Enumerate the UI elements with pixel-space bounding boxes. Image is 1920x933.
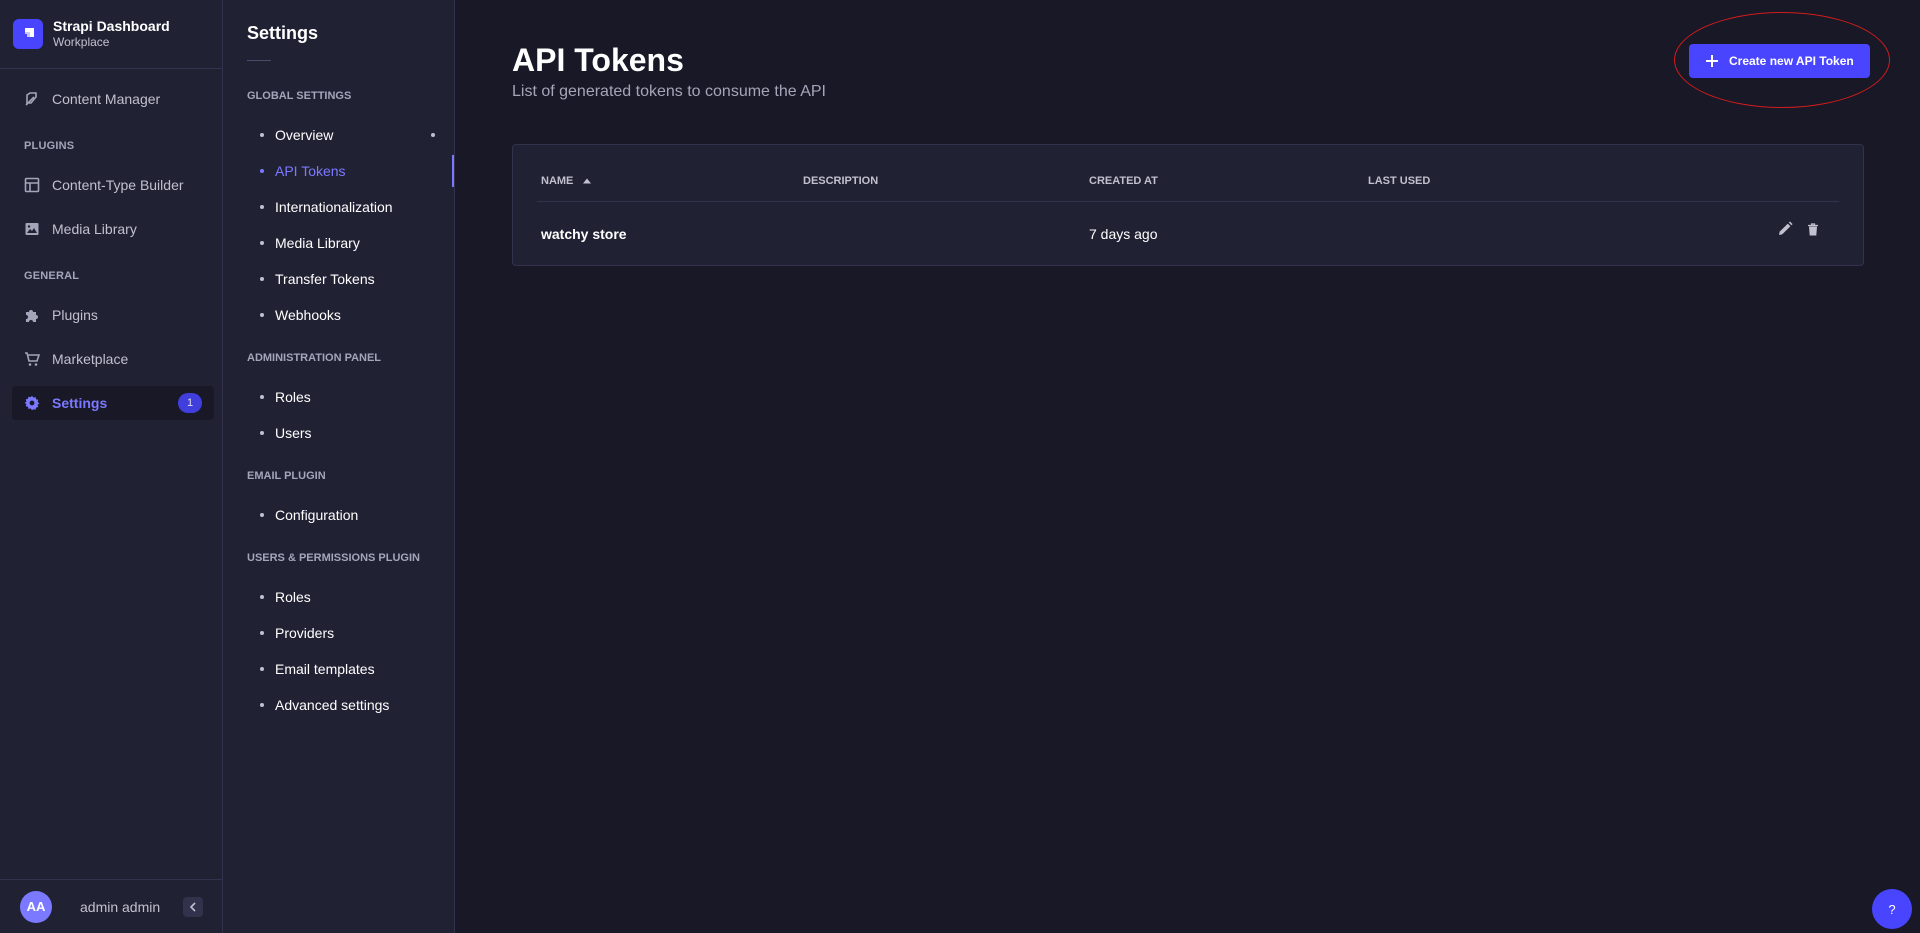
subnav-item-email-configuration[interactable]: Configuration	[223, 499, 454, 531]
subnav-item-admin-roles[interactable]: Roles	[223, 381, 454, 413]
nav-label: Settings	[52, 395, 108, 411]
settings-notification-badge: 1	[178, 393, 202, 413]
nav-label: Content Manager	[52, 91, 161, 107]
page-title: API Tokens	[512, 42, 684, 78]
main-nav: Strapi Dashboard Workplace Content Manag…	[0, 0, 223, 933]
create-button-label: Create new API Token	[1729, 54, 1854, 68]
cart-icon	[24, 351, 40, 367]
table-header-divider	[537, 201, 1839, 202]
nav-label: Plugins	[52, 307, 98, 323]
user-name[interactable]: admin admin	[80, 899, 160, 915]
row-actions	[1777, 221, 1819, 237]
token-name: watchy store	[541, 226, 627, 242]
nav-media-library[interactable]: Media Library	[12, 212, 214, 246]
bullet-icon	[260, 241, 264, 245]
bullet-icon	[260, 395, 264, 399]
bullet-icon	[260, 169, 264, 173]
bullet-icon	[260, 133, 264, 137]
subnav-item-up-providers[interactable]: Providers	[223, 617, 454, 649]
bullet-icon	[260, 703, 264, 707]
nav-marketplace[interactable]: Marketplace	[12, 342, 214, 376]
collapse-nav-button[interactable]	[183, 896, 203, 917]
subnav-divider	[247, 60, 271, 61]
subnav-item-transfer-tokens[interactable]: Transfer Tokens	[223, 263, 454, 295]
api-tokens-table: NAME DESCRIPTION CREATED AT LAST USED wa…	[512, 144, 1864, 266]
avatar[interactable]: AA	[20, 890, 52, 923]
main-content: API Tokens List of generated tokens to c…	[456, 0, 1920, 933]
brand-subtitle: Workplace	[53, 35, 110, 49]
subnav-item-label: Configuration	[275, 507, 359, 523]
nav-plugins[interactable]: Plugins	[12, 298, 214, 332]
strapi-logo-icon	[13, 19, 43, 49]
subnav-item-label: Media Library	[275, 235, 360, 251]
sort-ascending-icon[interactable]	[583, 178, 592, 184]
nav-content-type-builder[interactable]: Content-Type Builder	[12, 168, 214, 202]
subnav-item-overview[interactable]: Overview	[223, 119, 454, 151]
subnav-section-users-permissions: USERS & PERMISSIONS PLUGIN	[247, 552, 420, 564]
trash-icon[interactable]	[1807, 222, 1819, 236]
bullet-icon	[260, 313, 264, 317]
subnav-item-admin-users[interactable]: Users	[223, 417, 454, 449]
subnav-section-email: EMAIL PLUGIN	[247, 470, 326, 482]
app: Strapi Dashboard Workplace Content Manag…	[0, 0, 1920, 933]
subnav-section-admin: ADMINISTRATION PANEL	[247, 352, 382, 364]
bullet-icon	[260, 595, 264, 599]
subnav-item-label: API Tokens	[275, 163, 346, 179]
subnav-item-label: Overview	[275, 127, 334, 143]
column-header-label: NAME	[541, 175, 574, 187]
subnav-item-label: Users	[275, 425, 312, 441]
edit-pencil-icon[interactable]	[1777, 221, 1793, 237]
column-header-last-used: LAST USED	[1368, 175, 1431, 187]
bullet-icon	[260, 667, 264, 671]
image-icon	[24, 221, 40, 237]
subnav-item-label: Roles	[275, 589, 311, 605]
settings-subnav: Settings GLOBAL SETTINGS Overview API To…	[223, 0, 455, 933]
nav-label: Media Library	[52, 221, 137, 237]
subnav-item-api-tokens[interactable]: API Tokens	[223, 155, 454, 187]
plus-icon	[1705, 54, 1719, 68]
column-header-name[interactable]: NAME	[541, 175, 592, 187]
column-header-description: DESCRIPTION	[803, 175, 879, 187]
bullet-icon	[260, 205, 264, 209]
subnav-item-media-library[interactable]: Media Library	[223, 227, 454, 259]
nav-label: Marketplace	[52, 351, 129, 367]
feather-icon	[24, 91, 40, 107]
subnav-item-up-roles[interactable]: Roles	[223, 581, 454, 613]
subnav-item-up-advanced-settings[interactable]: Advanced settings	[223, 689, 454, 721]
subnav-section-global: GLOBAL SETTINGS	[247, 90, 352, 102]
layout-icon	[24, 177, 40, 193]
gear-icon	[24, 395, 40, 411]
create-api-token-button[interactable]: Create new API Token	[1689, 44, 1870, 78]
indicator-dot-icon	[431, 133, 435, 137]
subnav-item-label: Advanced settings	[275, 697, 390, 713]
column-header-created-at: CREATED AT	[1089, 175, 1158, 187]
nav-settings[interactable]: Settings 1	[12, 386, 214, 420]
subnav-item-label: Email templates	[275, 661, 375, 677]
subnav-item-up-email-templates[interactable]: Email templates	[223, 653, 454, 685]
token-created-at: 7 days ago	[1089, 226, 1158, 242]
subnav-item-internationalization[interactable]: Internationalization	[223, 191, 454, 223]
page-subtitle: List of generated tokens to consume the …	[512, 83, 826, 100]
subnav-title: Settings	[247, 23, 319, 43]
subnav-item-label: Internationalization	[275, 199, 393, 215]
subnav-item-webhooks[interactable]: Webhooks	[223, 299, 454, 331]
nav-footer: AA admin admin	[0, 879, 223, 933]
bullet-icon	[260, 513, 264, 517]
bullet-icon	[260, 631, 264, 635]
nav-section-general: GENERAL	[24, 270, 80, 282]
nav-label: Content-Type Builder	[52, 177, 184, 193]
puzzle-icon	[24, 307, 40, 323]
subnav-item-label: Providers	[275, 625, 335, 641]
chevron-left-icon	[189, 901, 197, 912]
brand: Strapi Dashboard Workplace	[0, 0, 222, 69]
nav-section-plugins: PLUGINS	[24, 140, 75, 152]
help-button[interactable]: ?	[1872, 889, 1912, 929]
subnav-item-label: Webhooks	[275, 307, 341, 323]
brand-title: Strapi Dashboard	[53, 18, 170, 34]
bullet-icon	[260, 277, 264, 281]
subnav-item-label: Transfer Tokens	[275, 271, 375, 287]
bullet-icon	[260, 431, 264, 435]
subnav-item-label: Roles	[275, 389, 311, 405]
nav-content-manager[interactable]: Content Manager	[12, 82, 214, 116]
